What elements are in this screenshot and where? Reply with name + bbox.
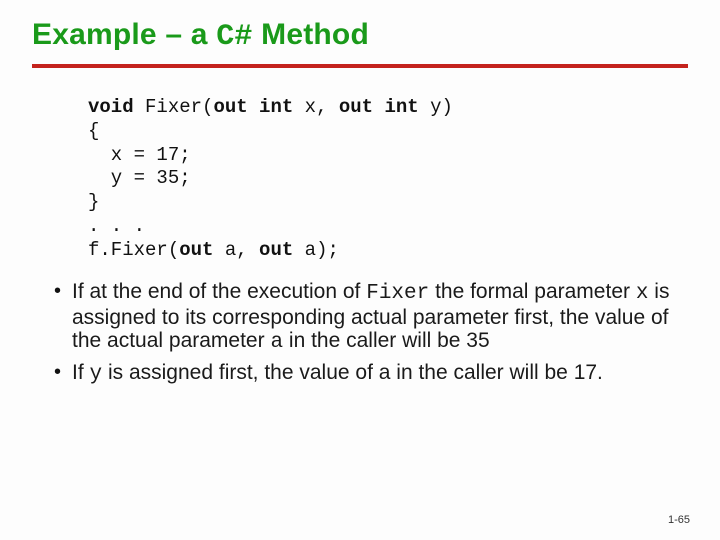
inline-code-x: x <box>636 282 649 305</box>
code-text: a, <box>213 239 259 261</box>
bullet-item-2: If y is assigned first, the value of a i… <box>54 361 680 387</box>
title-mono: C# <box>216 20 252 54</box>
code-text: f.Fixer( <box>88 239 179 261</box>
code-line: y = 35; <box>88 167 191 189</box>
code-text: Fixer( <box>134 96 214 118</box>
inline-code-fixer: Fixer <box>366 282 429 305</box>
slide-title: Example – a C# Method <box>32 18 688 54</box>
code-text: x, <box>293 96 339 118</box>
bullet-list: If at the end of the execution of Fixer … <box>32 280 688 386</box>
title-text-pre: Example – a <box>32 18 216 51</box>
code-kw-outint2: out int <box>339 96 419 118</box>
code-kw-outint1: out int <box>213 96 293 118</box>
code-line: } <box>88 191 99 213</box>
bullet-text: the formal parameter <box>429 280 636 303</box>
code-text: y) <box>419 96 453 118</box>
bullet-item-1: If at the end of the execution of Fixer … <box>54 280 680 355</box>
title-underline <box>32 64 688 68</box>
slide: Example – a C# Method void Fixer(out int… <box>0 0 720 540</box>
code-kw-out2: out <box>259 239 293 261</box>
bullet-text: in the caller will be 35 <box>283 329 490 352</box>
slide-number: 1-65 <box>668 514 690 526</box>
bullet-text: If <box>72 361 90 384</box>
code-kw-void: void <box>88 96 134 118</box>
code-text: a); <box>293 239 339 261</box>
inline-code-a: a <box>270 331 283 354</box>
bullet-text: is assigned first, the value of a in the… <box>102 361 603 384</box>
code-line: x = 17; <box>88 144 191 166</box>
code-line: { <box>88 120 99 142</box>
inline-code-y: y <box>90 363 103 386</box>
title-text-post: Method <box>253 18 369 51</box>
code-block: void Fixer(out int x, out int y) { x = 1… <box>88 96 688 262</box>
code-kw-out1: out <box>179 239 213 261</box>
code-line: . . . <box>88 215 145 237</box>
bullet-text: If at the end of the execution of <box>72 280 366 303</box>
